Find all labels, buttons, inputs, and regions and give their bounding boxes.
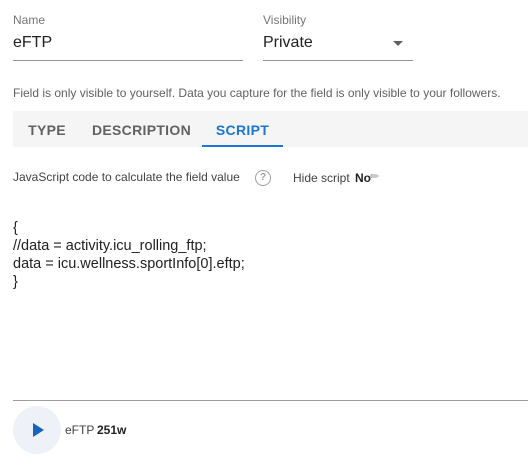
hide-script-label: Hide script <box>293 171 350 185</box>
name-underline <box>13 60 243 61</box>
run-script-button[interactable] <box>13 406 61 454</box>
code-line: data = icu.wellness.sportInfo[0].eftp; <box>13 256 245 272</box>
edit-icon[interactable]: ✏ <box>370 170 379 183</box>
result-value: 251w <box>97 423 127 437</box>
chevron-down-icon[interactable] <box>393 41 403 46</box>
code-line: //data = activity.icu_rolling_ftp; <box>13 238 207 254</box>
help-icon[interactable]: ? <box>255 170 271 186</box>
name-input[interactable]: eFTP <box>13 34 52 52</box>
visibility-label: Visibility <box>263 13 307 27</box>
tab-type[interactable]: TYPE <box>13 111 81 147</box>
result-label: eFTP <box>65 423 95 437</box>
visibility-underline <box>263 60 413 61</box>
code-line: { <box>13 220 18 236</box>
name-label: Name <box>13 13 46 27</box>
tab-description[interactable]: DESCRIPTION <box>81 111 202 147</box>
visibility-helper-text: Field is only visible to yourself. Data … <box>13 86 501 100</box>
tab-script[interactable]: SCRIPT <box>202 111 283 147</box>
script-label: JavaScript code to calculate the field v… <box>13 170 240 184</box>
active-tab-indicator <box>202 145 283 147</box>
editor-underline <box>13 400 528 401</box>
visibility-select[interactable]: Private <box>263 34 313 52</box>
code-line: } <box>13 274 18 290</box>
tab-bar: TYPE DESCRIPTION SCRIPT <box>13 111 528 147</box>
script-editor[interactable]: { //data = activity.icu_rolling_ftp; dat… <box>13 219 513 291</box>
play-icon <box>33 423 44 437</box>
hide-script-value[interactable]: No <box>355 171 371 185</box>
